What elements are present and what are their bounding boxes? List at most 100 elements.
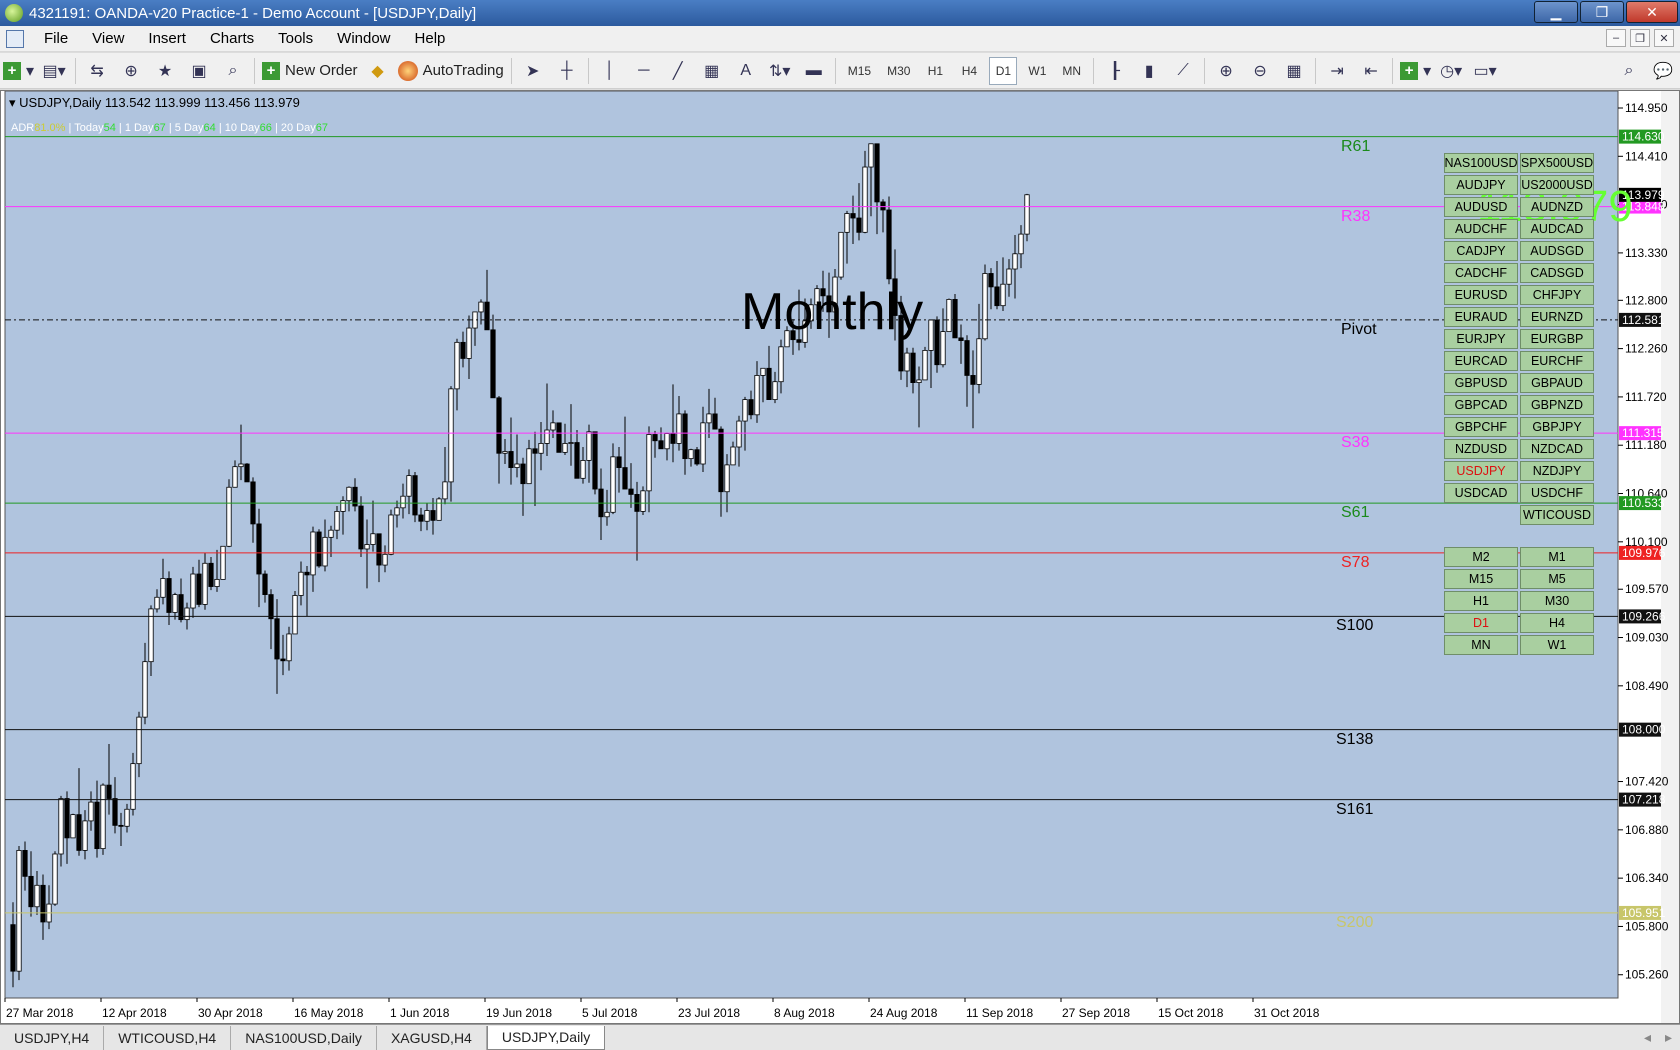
timeframe-quick-button-m2[interactable]: M2 xyxy=(1444,547,1518,567)
strategy-tester-button[interactable]: ⌕ xyxy=(219,57,247,85)
profiles-button[interactable]: ▤▾ xyxy=(40,57,68,85)
vertical-line-button[interactable]: │ xyxy=(596,57,624,85)
data-window-button[interactable]: ⊕ xyxy=(117,57,145,85)
menu-charts[interactable]: Charts xyxy=(198,30,266,47)
tab-scroll-left-icon[interactable]: ◂ xyxy=(1638,1029,1657,1046)
symbol-button-gbpchf[interactable]: GBPCHF xyxy=(1444,417,1518,437)
symbol-button-wticousd[interactable]: WTICOUSD xyxy=(1520,505,1594,525)
symbol-button-usdchf[interactable]: USDCHF xyxy=(1520,483,1594,503)
symbol-button-eurchf[interactable]: EURCHF xyxy=(1520,351,1594,371)
candlestick-chart-button[interactable]: ▮ xyxy=(1135,57,1163,85)
symbol-button-spx500usd[interactable]: SPX500USD xyxy=(1520,153,1594,173)
timeframe-quick-button-h1[interactable]: H1 xyxy=(1444,591,1518,611)
symbol-button-nzdusd[interactable]: NZDUSD xyxy=(1444,439,1518,459)
menu-file[interactable]: File xyxy=(32,30,80,47)
market-watch-button[interactable]: ⇆ xyxy=(83,57,111,85)
tab-usdjpy-h4[interactable]: USDJPY,H4 xyxy=(0,1025,105,1050)
symbol-button-eurgbp[interactable]: EURGBP xyxy=(1520,329,1594,349)
tab-nas100usd-daily[interactable]: NAS100USD,Daily xyxy=(231,1025,377,1050)
menu-insert[interactable]: Insert xyxy=(136,30,198,47)
document-icon[interactable] xyxy=(6,29,24,48)
timeframe-m30-button[interactable]: M30 xyxy=(882,57,915,85)
indicators-button[interactable]: + ▾ xyxy=(1400,57,1431,85)
symbol-button-audusd[interactable]: AUDUSD xyxy=(1444,197,1518,217)
symbol-button-eurnzd[interactable]: EURNZD xyxy=(1520,307,1594,327)
symbol-button-eurcad[interactable]: EURCAD xyxy=(1444,351,1518,371)
close-button[interactable]: ✕ xyxy=(1626,1,1678,23)
plot-background[interactable] xyxy=(4,91,1619,999)
zoom-out-button[interactable]: ⊖ xyxy=(1246,57,1274,85)
crosshair-tool-button[interactable]: ┼ xyxy=(553,57,581,85)
mdi-restore-button[interactable]: ❐ xyxy=(1630,29,1650,47)
symbol-button-gbpjpy[interactable]: GBPJPY xyxy=(1520,417,1594,437)
chat-button[interactable]: 💬 xyxy=(1649,57,1677,85)
text-tool-button[interactable]: A xyxy=(732,57,760,85)
timeframe-quick-button-m15[interactable]: M15 xyxy=(1444,569,1518,589)
chart-canvas[interactable]: 114.950114.410113.870113.330112.800112.2… xyxy=(1,91,1679,1023)
symbol-button-us2000usd[interactable]: US2000USD xyxy=(1520,175,1594,195)
symbol-button-cadjpy[interactable]: CADJPY xyxy=(1444,241,1518,261)
tab-usdjpy-daily[interactable]: USDJPY,Daily xyxy=(486,1025,606,1050)
cursor-tool-button[interactable]: ➤ xyxy=(519,57,547,85)
periods-button[interactable]: ◷▾ xyxy=(1437,57,1465,85)
symbol-button-audnzd[interactable]: AUDNZD xyxy=(1520,197,1594,217)
symbol-button-audcad[interactable]: AUDCAD xyxy=(1520,219,1594,239)
timeframe-d1-button[interactable]: D1 xyxy=(989,56,1018,85)
collapse-arrow-icon[interactable]: ▾ xyxy=(9,95,16,110)
new-chart-button[interactable]: + ▾ xyxy=(3,57,34,85)
symbol-button-euraud[interactable]: EURAUD xyxy=(1444,307,1518,327)
new-order-button[interactable]: + New Order xyxy=(262,57,358,85)
autotrading-button[interactable]: AutoTrading xyxy=(397,57,504,85)
timeframe-m15-button[interactable]: M15 xyxy=(843,57,876,85)
symbol-button-audchf[interactable]: AUDCHF xyxy=(1444,219,1518,239)
symbol-button-gbpaud[interactable]: GBPAUD xyxy=(1520,373,1594,393)
symbol-button-eurusd[interactable]: EURUSD xyxy=(1444,285,1518,305)
symbol-button-usdcad[interactable]: USDCAD xyxy=(1444,483,1518,503)
timeframe-h1-button[interactable]: H1 xyxy=(921,57,949,85)
symbol-button-audjpy[interactable]: AUDJPY xyxy=(1444,175,1518,195)
menu-tools[interactable]: Tools xyxy=(266,30,325,47)
symbol-button-eurjpy[interactable]: EURJPY xyxy=(1444,329,1518,349)
mdi-close-button[interactable]: ✕ xyxy=(1654,29,1674,47)
templates-button[interactable]: ▭▾ xyxy=(1471,57,1499,85)
timeframe-mn-button[interactable]: MN xyxy=(1057,57,1086,85)
timeframe-quick-button-mn[interactable]: MN xyxy=(1444,635,1518,655)
terminal-button[interactable]: ▣ xyxy=(185,57,213,85)
arrows-tool-button[interactable]: ⇅▾ xyxy=(766,57,794,85)
tab-scroll-right-icon[interactable]: ▸ xyxy=(1657,1029,1680,1046)
autoscroll-button[interactable]: ⇥ xyxy=(1323,57,1351,85)
metaeditor-button[interactable]: ◆ xyxy=(364,57,392,85)
timeframe-quick-button-d1[interactable]: D1 xyxy=(1444,613,1518,633)
symbol-button-nzdjpy[interactable]: NZDJPY xyxy=(1520,461,1594,481)
symbol-button-nzdcad[interactable]: NZDCAD xyxy=(1520,439,1594,459)
symbol-button-audsgd[interactable]: AUDSGD xyxy=(1520,241,1594,261)
timeframe-quick-button-m5[interactable]: M5 xyxy=(1520,569,1594,589)
zoom-in-button[interactable]: ⊕ xyxy=(1212,57,1240,85)
search-button[interactable]: ⌕ xyxy=(1615,57,1643,85)
timeframe-quick-button-m1[interactable]: M1 xyxy=(1520,547,1594,567)
symbol-button-chfjpy[interactable]: CHFJPY xyxy=(1520,285,1594,305)
timeframe-quick-button-m30[interactable]: M30 xyxy=(1520,591,1594,611)
trendline-button[interactable]: ╱ xyxy=(664,57,692,85)
mdi-minimize-button[interactable]: – xyxy=(1606,29,1626,47)
symbol-button-nas100usd[interactable]: NAS100USD xyxy=(1444,153,1518,173)
navigator-button[interactable]: ★ xyxy=(151,57,179,85)
menu-view[interactable]: View xyxy=(80,30,136,47)
symbol-button-cadsgd[interactable]: CADSGD xyxy=(1520,263,1594,283)
maximize-button[interactable]: ❐ xyxy=(1580,1,1624,23)
timeframe-w1-button[interactable]: W1 xyxy=(1023,57,1051,85)
timeframe-quick-button-h4[interactable]: H4 xyxy=(1520,613,1594,633)
channel-button[interactable]: ▦ xyxy=(698,57,726,85)
tab-xagusd-h4[interactable]: XAGUSD,H4 xyxy=(377,1025,487,1050)
symbol-button-cadchf[interactable]: CADCHF xyxy=(1444,263,1518,283)
bar-chart-button[interactable]: ┠ xyxy=(1101,57,1129,85)
line-chart-button[interactable]: ⟋ xyxy=(1169,57,1197,85)
horizontal-line-button[interactable]: ─ xyxy=(630,57,658,85)
minimize-button[interactable]: ▁ xyxy=(1534,1,1578,23)
chart-shift-button[interactable]: ⇤ xyxy=(1357,57,1385,85)
symbol-button-gbpcad[interactable]: GBPCAD xyxy=(1444,395,1518,415)
chart-window[interactable]: 114.950114.410113.870113.330112.800112.2… xyxy=(0,90,1680,1024)
timeframe-h4-button[interactable]: H4 xyxy=(955,57,983,85)
rectangle-tool-button[interactable]: ▬ xyxy=(800,57,828,85)
tab-wticousd-h4[interactable]: WTICOUSD,H4 xyxy=(104,1025,232,1050)
